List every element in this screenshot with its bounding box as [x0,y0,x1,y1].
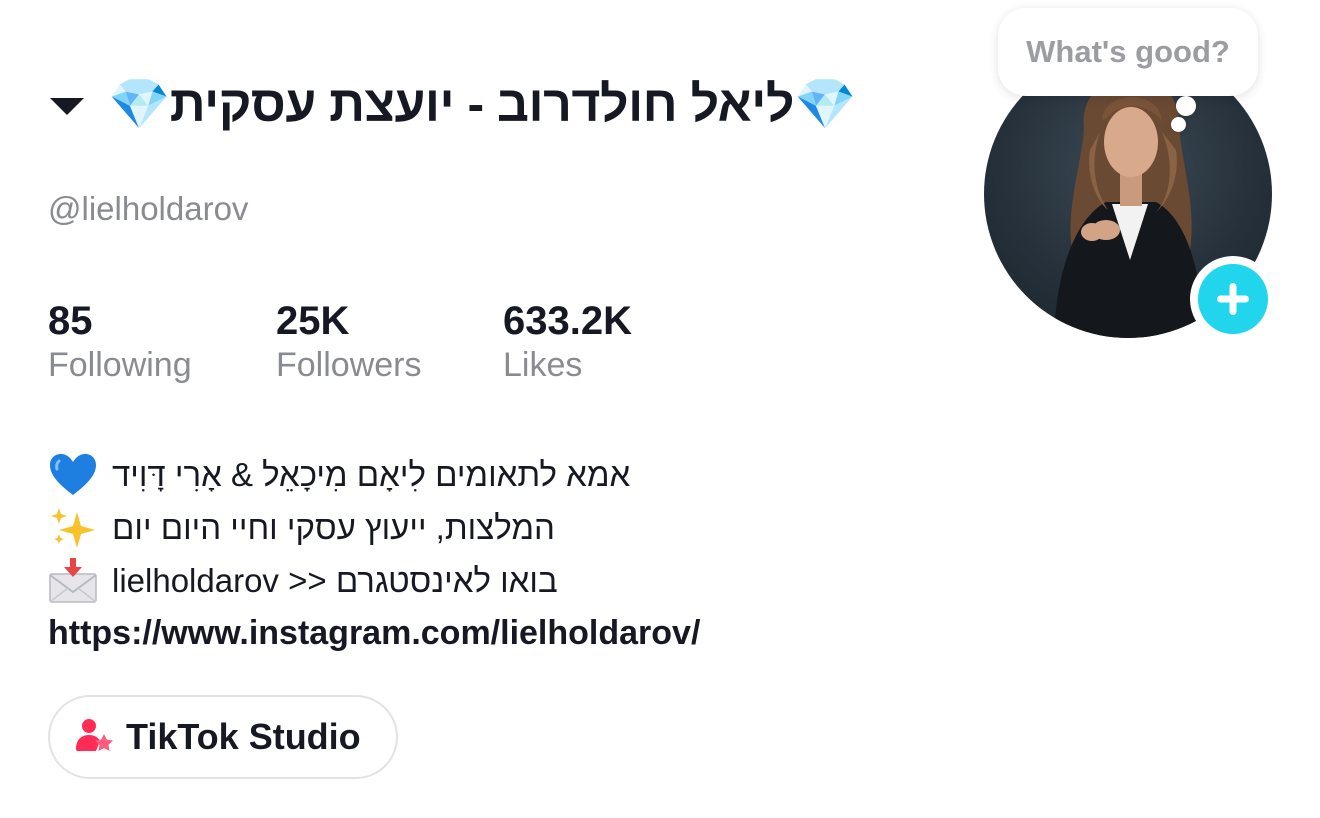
bio-line: אמא לתאומים לִיאָם מִיכָאֵל & אָרִי דָּו… [48,448,700,501]
sparkles-icon [48,505,98,551]
stat-likes[interactable]: 633.2K Likes [503,298,632,386]
tiktok-studio-label: TikTok Studio [126,716,361,757]
followers-count: 25K [276,299,350,343]
status-bubble[interactable]: What's good? [998,8,1258,96]
bubble-tail-dot [1171,117,1186,132]
tiktok-studio-icon [74,717,114,758]
blue-heart-icon [48,452,98,498]
bio-text: אמא לתאומים לִיאָם מִיכָאֵל & אָרִי דָּו… [112,456,631,493]
display-name: 💎ליאל חולדרוב - יועצת עסקית💎 [108,76,856,132]
bio-line: בואו לאינסטגרם << lielholdarov [48,554,700,607]
following-count: 85 [48,299,93,343]
bio-text: בואו לאינסטגרם << lielholdarov [112,562,558,599]
tiktok-studio-button[interactable]: TikTok Studio [48,695,398,779]
bio-line: המלצות, ייעוץ עסקי וחיי היום יום [48,501,700,554]
likes-count: 633.2K [503,299,632,343]
stat-following[interactable]: 85 Following [48,298,192,386]
bio-link[interactable]: https://www.instagram.com/lielholdarov/ [48,607,700,660]
bio: אמא לתאומים לִיאָם מִיכָאֵל & אָרִי דָּו… [48,448,700,660]
profile-header: 💎ליאל חולדרוב - יועצת עסקית💎 [50,66,856,142]
add-story-button[interactable] [1190,256,1276,342]
status-bubble-text: What's good? [1026,34,1230,69]
profile-page: 💎ליאל חולדרוב - יועצת עסקית💎 @lielholdar… [0,0,1320,818]
envelope-with-arrow-icon [48,557,98,604]
bio-line: https://www.instagram.com/lielholdarov/ [48,607,700,660]
bio-text: המלצות, ייעוץ עסקי וחיי היום יום [112,509,555,546]
account-switcher-caret-icon[interactable] [50,97,84,115]
username: @lielholdarov [48,190,249,227]
stat-followers[interactable]: 25K Followers [276,298,421,386]
plus-icon [1198,264,1268,334]
following-label: Following [48,346,192,384]
followers-label: Followers [276,346,422,384]
likes-label: Likes [503,346,583,384]
bubble-tail-dot [1176,96,1196,116]
